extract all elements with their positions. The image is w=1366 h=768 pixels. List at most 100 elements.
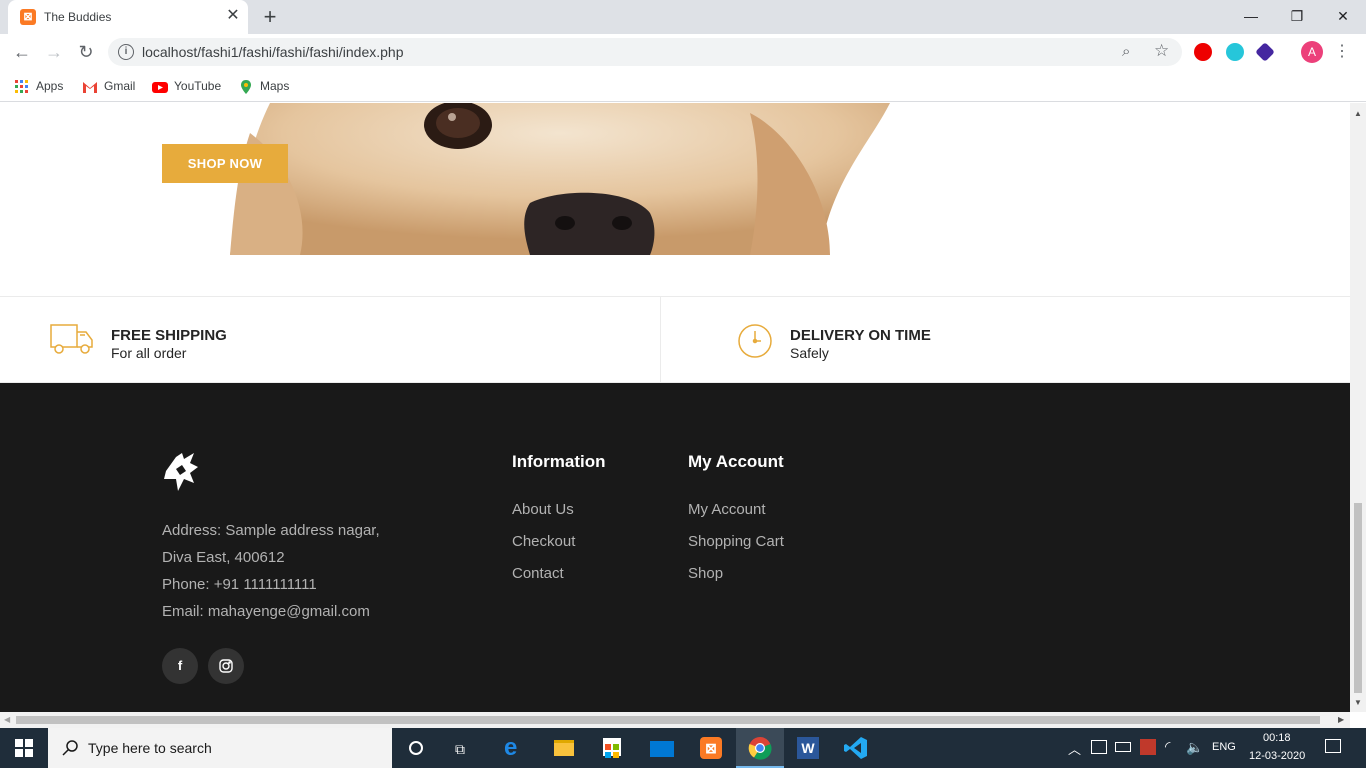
bookmark-maps[interactable]: Maps (238, 76, 289, 96)
taskbar-edge[interactable]: e (490, 728, 538, 768)
bookmark-label: Apps (36, 79, 64, 93)
close-window-button[interactable]: ✕ (1320, 4, 1366, 28)
site-info-icon[interactable]: i (118, 44, 134, 60)
show-hidden-icons[interactable]: ︿ (1068, 739, 1081, 758)
m-extension-icon[interactable] (1226, 43, 1244, 61)
instagram-button[interactable] (208, 648, 244, 684)
windows-logo-icon (15, 739, 33, 757)
taskbar-xampp[interactable]: ⊠ (688, 728, 736, 768)
benefit-title: FREE SHIPPING (111, 327, 227, 344)
diamond-extension-icon[interactable] (1255, 42, 1275, 62)
footer-link-checkout[interactable]: Checkout (512, 533, 575, 550)
hero-dog-image (230, 103, 910, 255)
notifications-icon[interactable] (1325, 739, 1341, 753)
taskbar-chrome[interactable] (736, 728, 784, 768)
wolf-logo-icon[interactable] (162, 449, 202, 500)
footer-email: Email: mahayenge@gmail.com (162, 603, 370, 620)
bookmark-label: YouTube (174, 79, 222, 93)
tab-close-icon[interactable]: ✕ (224, 7, 242, 25)
taskbar-word[interactable]: W (784, 728, 832, 768)
scroll-left-icon[interactable]: ◀ (4, 715, 10, 724)
footer-phone: Phone: +91 1111111111 (162, 576, 317, 593)
clock-icon (737, 323, 773, 364)
taskbar-file-explorer[interactable] (540, 728, 588, 768)
browser-tab[interactable]: ⊠ The Buddies ✕ (8, 0, 248, 34)
adblock-extension-icon[interactable] (1194, 43, 1212, 61)
footer-link-shop[interactable]: Shop (688, 565, 723, 582)
forward-button[interactable]: → (42, 40, 66, 64)
chrome-menu-icon[interactable]: ⋮ (1334, 40, 1350, 64)
vertical-scrollbar[interactable]: ▲ ▼ (1350, 103, 1366, 712)
xampp-favicon-icon: ⊠ (20, 9, 36, 25)
minimize-button[interactable]: — (1228, 4, 1274, 28)
maps-pin-icon (238, 79, 254, 95)
reload-button[interactable]: ↻ (74, 40, 98, 64)
network-status-icon[interactable] (1091, 740, 1107, 754)
benefit-title: DELIVERY ON TIME (790, 327, 931, 344)
youtube-icon (152, 79, 168, 95)
task-view-button[interactable]: ⧉ (440, 728, 488, 768)
address-bar[interactable]: i localhost/fashi1/fashi/fashi/fashi/ind… (108, 38, 1182, 66)
horizontal-scroll-thumb[interactable] (16, 716, 1320, 724)
chrome-icon (748, 737, 772, 760)
benefit-subtitle: For all order (111, 345, 187, 361)
information-heading: Information (512, 452, 606, 471)
bookmark-gmail[interactable]: Gmail (82, 76, 135, 96)
vscode-icon (844, 737, 867, 759)
divider (660, 297, 661, 383)
new-tab-button[interactable]: + (258, 5, 282, 29)
search-icon (62, 740, 78, 756)
footer-address-line1: Address: Sample address nagar, (162, 522, 380, 539)
shop-now-button[interactable]: SHOP NOW (162, 144, 288, 183)
benefit-subtitle: Safely (790, 345, 829, 361)
wifi-icon[interactable]: ◜ (1165, 738, 1170, 755)
taskbar-mail[interactable] (638, 728, 686, 768)
cortana-icon (409, 741, 423, 755)
cortana-button[interactable] (392, 728, 440, 768)
profile-avatar[interactable]: A (1301, 41, 1323, 63)
facebook-icon: f (177, 658, 183, 673)
mail-icon (650, 741, 674, 757)
bookmark-label: Maps (260, 79, 290, 93)
volume-icon[interactable]: 🔈 (1186, 739, 1203, 756)
word-icon: W (797, 737, 819, 759)
benefits-strip: FREE SHIPPING For all order DELIVERY ON … (0, 296, 1350, 383)
back-button[interactable]: ← (10, 40, 34, 64)
task-view-icon: ⧉ (455, 741, 465, 757)
apps-grid-icon (14, 79, 30, 95)
language-indicator[interactable]: ENG (1212, 741, 1236, 753)
instagram-icon (219, 659, 233, 673)
bookmark-star-icon[interactable]: ☆ (1154, 41, 1169, 61)
browser-toolbar: ← → ↻ i localhost/fashi1/fashi/fashi/fas… (0, 34, 1366, 70)
battery-icon[interactable] (1115, 742, 1131, 752)
taskbar-search-box[interactable]: Type here to search (48, 728, 392, 768)
zoom-icon[interactable]: ⌕ (1122, 43, 1130, 60)
footer-link-about-us[interactable]: About Us (512, 501, 574, 518)
clock-date[interactable]: 12-03-2020 (1249, 750, 1305, 762)
bookmark-youtube[interactable]: YouTube (152, 76, 221, 96)
scroll-up-icon[interactable]: ▲ (1354, 109, 1362, 118)
restore-button[interactable]: ❐ (1274, 4, 1320, 28)
scroll-right-icon[interactable]: ▶ (1338, 715, 1344, 724)
horizontal-scrollbar[interactable]: ◀ ▶ (0, 712, 1350, 728)
facebook-button[interactable]: f (162, 648, 198, 684)
footer-link-contact[interactable]: Contact (512, 565, 564, 582)
bookmark-apps[interactable]: Apps (14, 76, 63, 96)
vertical-scroll-thumb[interactable] (1354, 503, 1362, 693)
scroll-down-icon[interactable]: ▼ (1354, 698, 1362, 707)
gmail-icon (82, 79, 98, 95)
footer-link-shopping-cart[interactable]: Shopping Cart (688, 533, 784, 550)
url-text[interactable]: localhost/fashi1/fashi/fashi/fashi/index… (142, 44, 404, 60)
taskbar-vscode[interactable] (832, 728, 880, 768)
bookmarks-bar: Apps Gmail YouTube Maps (0, 70, 1366, 102)
clock-time[interactable]: 00:18 (1263, 732, 1291, 744)
folder-icon (554, 740, 574, 756)
my-account-heading: My Account (688, 452, 784, 471)
app-tray-icon[interactable] (1140, 739, 1156, 755)
tab-strip: ⊠ The Buddies ✕ + — ❐ ✕ (0, 0, 1366, 34)
taskbar-store[interactable] (588, 728, 636, 768)
start-button[interactable] (0, 728, 48, 768)
footer-link-my-account[interactable]: My Account (688, 501, 766, 518)
search-placeholder[interactable]: Type here to search (88, 740, 212, 756)
site-footer: Address: Sample address nagar, Diva East… (0, 383, 1350, 712)
